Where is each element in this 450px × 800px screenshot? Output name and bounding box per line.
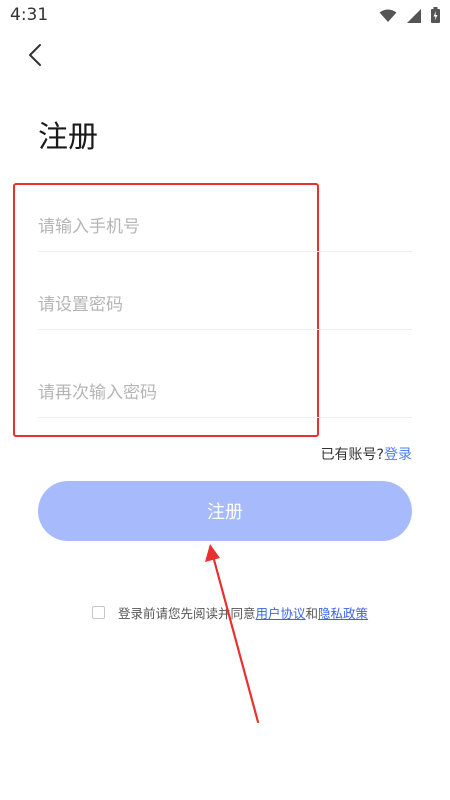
password-field bbox=[38, 280, 412, 330]
user-agreement-link[interactable]: 用户协议 bbox=[256, 603, 306, 622]
battery-icon bbox=[431, 7, 440, 27]
phone-input[interactable] bbox=[38, 202, 412, 251]
confirm-password-input[interactable] bbox=[38, 368, 412, 417]
confirm-password-field bbox=[38, 368, 412, 418]
agreement-prefix: 登录前请您先阅读并同意 bbox=[118, 606, 256, 621]
chevron-left-icon bbox=[28, 43, 42, 71]
status-time: 4:31 bbox=[10, 5, 49, 25]
status-bar: 4:31 bbox=[0, 0, 450, 32]
register-button[interactable]: 注册 bbox=[38, 481, 412, 541]
wifi-icon bbox=[379, 8, 397, 27]
page-title: 注册 bbox=[38, 120, 98, 155]
back-button[interactable] bbox=[20, 42, 50, 72]
agreement-checkbox[interactable] bbox=[92, 606, 105, 619]
phone-field bbox=[38, 202, 412, 252]
agreement-and: 和 bbox=[305, 606, 319, 621]
privacy-policy-link[interactable]: 隐私政策 bbox=[318, 603, 368, 622]
login-link[interactable]: 登录 bbox=[384, 444, 412, 464]
password-input[interactable] bbox=[38, 280, 412, 329]
agreement-row: 登录前请您先阅读并同意 用户协议 和 隐私政策 bbox=[92, 603, 368, 622]
status-icons bbox=[379, 7, 440, 27]
signal-icon bbox=[407, 8, 421, 27]
login-hint: 已有账号? 登录 bbox=[321, 444, 412, 464]
login-hint-text: 已有账号? bbox=[320, 447, 384, 463]
